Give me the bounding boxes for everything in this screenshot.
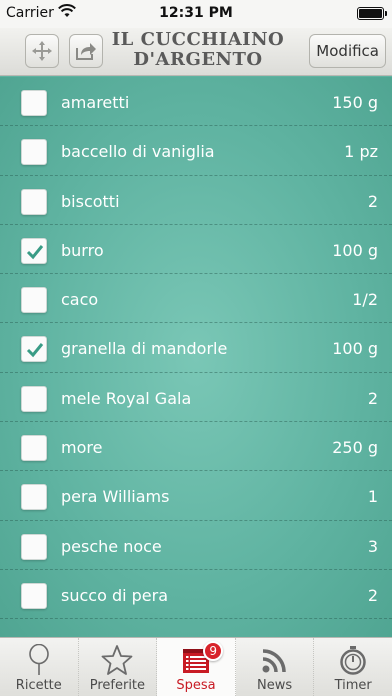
app-logo: IL CUCCHIAINO D'ARGENTO: [108, 30, 288, 70]
item-name: pesche noce: [61, 536, 162, 556]
list-item[interactable]: granella di mandorle 100 g: [0, 323, 392, 373]
notification-badge: 9: [203, 641, 224, 661]
move-arrows-icon: [32, 41, 52, 61]
tab-label: Ricette: [15, 678, 62, 693]
item-checkbox[interactable]: [21, 139, 47, 166]
list-item[interactable]: baccello di vaniglia 1 pz: [0, 126, 392, 176]
item-checkbox[interactable]: [21, 582, 47, 609]
item-checkbox[interactable]: [21, 336, 47, 363]
tab-label: Timer: [334, 678, 372, 693]
tab-preferite[interactable]: Preferite: [79, 638, 158, 696]
shopping-list: amaretti 150 g baccello di vaniglia 1 pz…: [0, 77, 392, 637]
item-quantity: 100 g: [332, 339, 378, 359]
item-checkbox[interactable]: [21, 484, 47, 511]
tab-news[interactable]: News: [236, 638, 315, 696]
item-quantity: 3: [367, 536, 378, 556]
item-quantity: 1 pz: [344, 142, 378, 162]
item-name: mele Royal Gala: [61, 388, 192, 408]
list-item[interactable]: succo di pera 2: [0, 570, 392, 620]
tab-label: Spesa: [176, 678, 216, 693]
tab-bar: Ricette Preferite Spesa 9 News Timer: [0, 637, 392, 696]
item-checkbox[interactable]: [21, 237, 47, 264]
item-name: granella di mandorle: [61, 339, 228, 359]
item-checkbox[interactable]: [21, 188, 47, 215]
list-item[interactable]: pera Williams 1: [0, 471, 392, 521]
stopwatch-icon: [337, 644, 369, 676]
item-checkbox[interactable]: [21, 287, 47, 314]
item-checkbox[interactable]: [21, 435, 47, 462]
checkmark-icon: [26, 244, 44, 260]
status-bar: Carrier 12:31 PM: [0, 0, 392, 28]
share-button[interactable]: [69, 34, 103, 68]
item-name: burro: [61, 240, 104, 260]
edit-button[interactable]: Modifica: [309, 34, 386, 68]
navigation-bar: IL CUCCHIAINO D'ARGENTO Modifica: [0, 28, 392, 76]
checkmark-icon: [26, 343, 44, 358]
status-time: 12:31 PM: [159, 5, 233, 21]
tab-timer[interactable]: Timer: [314, 638, 392, 696]
item-quantity: 100 g: [332, 240, 378, 260]
item-name: succo di pera: [61, 585, 169, 605]
list-item[interactable]: biscotti 2: [0, 176, 392, 225]
tab-label: News: [257, 678, 293, 693]
list-item[interactable]: pesche noce 3: [0, 521, 392, 570]
list-item[interactable]: amaretti 150 g: [0, 77, 392, 127]
item-name: baccello di vaniglia: [61, 142, 215, 162]
list-item[interactable]: more 250 g: [0, 422, 392, 472]
item-checkbox[interactable]: [21, 90, 47, 116]
item-checkbox[interactable]: [21, 533, 47, 560]
item-quantity: 250 g: [332, 438, 378, 458]
item-name: pera Williams: [61, 487, 170, 507]
list-item[interactable]: caco 1/2: [0, 274, 392, 324]
logo-line-1: IL CUCCHIAINO: [111, 29, 285, 50]
share-icon: [76, 43, 96, 60]
item-quantity: 1/2: [352, 290, 378, 310]
logo-line-2: D'ARGENTO: [133, 49, 263, 70]
tab-ricette[interactable]: Ricette: [0, 638, 79, 696]
item-quantity: 1: [367, 487, 378, 507]
tab-spesa[interactable]: Spesa 9: [157, 638, 236, 696]
item-name: biscotti: [61, 191, 120, 211]
spoon-icon: [23, 644, 55, 676]
item-quantity: 2: [367, 388, 378, 408]
item-quantity: 2: [367, 585, 378, 605]
list-item[interactable]: mele Royal Gala 2: [0, 373, 392, 423]
item-name: caco: [61, 290, 99, 310]
star-icon: [101, 644, 133, 676]
item-name: amaretti: [61, 93, 130, 112]
battery-icon: [357, 7, 387, 20]
item-name: more: [61, 438, 103, 458]
item-quantity: 150 g: [332, 93, 378, 112]
tab-label: Preferite: [89, 678, 146, 693]
rss-icon: [259, 644, 291, 676]
item-checkbox[interactable]: [21, 385, 47, 412]
item-quantity: 2: [367, 191, 378, 211]
list-item[interactable]: burro 100 g: [0, 225, 392, 275]
move-button[interactable]: [25, 34, 59, 68]
